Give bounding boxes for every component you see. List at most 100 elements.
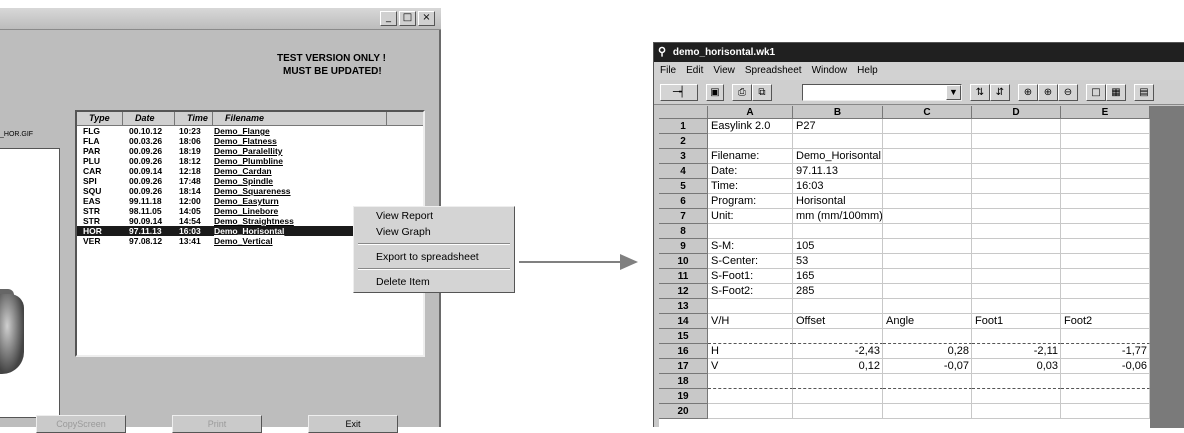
sheet-cell[interactable]: Foot1: [972, 314, 1061, 329]
sheet-cell[interactable]: [972, 134, 1061, 149]
zoom-in-icon[interactable]: ⊕: [1038, 84, 1058, 101]
sheet-cell[interactable]: S-Foot2:: [708, 284, 793, 299]
menu-view[interactable]: View: [713, 62, 735, 80]
sheet-cell[interactable]: [1061, 164, 1150, 179]
sheet-cell[interactable]: H: [708, 344, 793, 359]
table-icon[interactable]: ▤: [1134, 84, 1154, 101]
toolbar-divider-icon[interactable]: ─┥: [660, 84, 698, 101]
sort-descending-icon[interactable]: ⇵: [990, 84, 1010, 101]
sheet-cell[interactable]: [883, 224, 972, 239]
sheet-cell[interactable]: [883, 254, 972, 269]
row-header[interactable]: 3: [659, 149, 708, 164]
sheet-cell[interactable]: Easylink 2.0: [708, 119, 793, 134]
sheet-cell[interactable]: Horisontal: [793, 194, 883, 209]
file-list-row[interactable]: SPI 00.09.26 17:48 Demo_Spindle: [77, 176, 423, 186]
sheet-cell[interactable]: [972, 389, 1061, 404]
sheet-cell[interactable]: [972, 119, 1061, 134]
spreadsheet-grid[interactable]: A B C D E 1 Easylink 2.0 P27 2 3 Filename: Demo_Hor…: [659, 106, 1150, 428]
sheet-cell[interactable]: [883, 404, 972, 419]
sheet-cell[interactable]: 165: [793, 269, 883, 284]
menu-edit[interactable]: Edit: [686, 62, 703, 80]
sheet-cell[interactable]: -0,07: [883, 359, 972, 374]
col-header-time[interactable]: Time: [175, 112, 213, 125]
cell-reference-input[interactable]: [802, 84, 962, 101]
sheet-cell[interactable]: V: [708, 359, 793, 374]
sheet-cell[interactable]: 285: [793, 284, 883, 299]
menu-item-view-graph[interactable]: View Graph: [376, 226, 431, 238]
file-list-row[interactable]: EAS 99.11.18 12:00 Demo_Easyturn: [77, 196, 423, 206]
sheet-cell[interactable]: V/H: [708, 314, 793, 329]
sheet-cell[interactable]: [972, 149, 1061, 164]
sheet-cell[interactable]: [883, 134, 972, 149]
copy-icon[interactable]: ⧉: [752, 84, 772, 101]
sheet-cell[interactable]: [972, 209, 1061, 224]
row-header[interactable]: 6: [659, 194, 708, 209]
sheet-cell[interactable]: [793, 389, 883, 404]
row-header[interactable]: 5: [659, 179, 708, 194]
zoom-out-icon[interactable]: ⊖: [1058, 84, 1078, 101]
menu-item-export-spreadsheet[interactable]: Export to spreadsheet: [376, 251, 479, 263]
sheet-cell[interactable]: S-Foot1:: [708, 269, 793, 284]
sort-ascending-icon[interactable]: ⇅: [970, 84, 990, 101]
sheet-cell[interactable]: [708, 374, 793, 389]
sheet-cell[interactable]: Time:: [708, 179, 793, 194]
file-list-row[interactable]: FLG 00.10.12 10:23 Demo_Flange: [77, 126, 423, 136]
sheet-cell[interactable]: [972, 329, 1061, 344]
sheet-cell[interactable]: [708, 224, 793, 239]
sheet-cell[interactable]: [883, 299, 972, 314]
row-header[interactable]: 17: [659, 359, 708, 374]
sheet-cell[interactable]: [1061, 134, 1150, 149]
sheet-cell[interactable]: [1061, 179, 1150, 194]
sheet-cell[interactable]: -2,11: [972, 344, 1061, 359]
sheet-cell[interactable]: [1061, 389, 1150, 404]
file-list-row[interactable]: CAR 00.09.14 12:18 Demo_Cardan: [77, 166, 423, 176]
sheet-cell[interactable]: [883, 269, 972, 284]
sheet-cell[interactable]: Offset: [793, 314, 883, 329]
sheet-cell[interactable]: 105: [793, 239, 883, 254]
menu-help[interactable]: Help: [857, 62, 878, 80]
column-header-b[interactable]: B: [793, 106, 883, 119]
sheet-cell[interactable]: mm (mm/100mm): [793, 209, 883, 224]
sheet-cell[interactable]: [883, 389, 972, 404]
sheet-cell[interactable]: [972, 269, 1061, 284]
sheet-cell[interactable]: [972, 374, 1061, 389]
sheet-cell[interactable]: [793, 299, 883, 314]
sheet-cell[interactable]: [1061, 254, 1150, 269]
row-header[interactable]: 10: [659, 254, 708, 269]
column-header-c[interactable]: C: [883, 106, 972, 119]
sheet-cell[interactable]: [883, 164, 972, 179]
print-icon[interactable]: ⎙: [732, 84, 752, 101]
sheet-cell[interactable]: [883, 149, 972, 164]
row-header[interactable]: 13: [659, 299, 708, 314]
sheet-cell[interactable]: [883, 209, 972, 224]
row-header[interactable]: 15: [659, 329, 708, 344]
row-header[interactable]: 4: [659, 164, 708, 179]
sheet-cell[interactable]: P27: [793, 119, 883, 134]
column-header-e[interactable]: E: [1061, 106, 1150, 119]
row-header[interactable]: 11: [659, 269, 708, 284]
print-button[interactable]: Print: [172, 415, 262, 433]
sheet-cell[interactable]: Date:: [708, 164, 793, 179]
sheet-cell[interactable]: [883, 329, 972, 344]
sheet-cell[interactable]: [972, 239, 1061, 254]
sheet-cell[interactable]: 0,03: [972, 359, 1061, 374]
file-list-row[interactable]: FLA 00.03.26 18:06 Demo_Flatness: [77, 136, 423, 146]
sheet-cell[interactable]: [1061, 404, 1150, 419]
sheet-cell[interactable]: [883, 239, 972, 254]
sheet-cell[interactable]: [883, 119, 972, 134]
sheet-cell[interactable]: S-M:: [708, 239, 793, 254]
chevron-down-icon[interactable]: ▼: [946, 85, 961, 100]
sheet-cell[interactable]: [793, 224, 883, 239]
col-header-type[interactable]: Type: [77, 112, 123, 125]
sheet-cell[interactable]: [972, 254, 1061, 269]
grid-icon[interactable]: ▦: [1106, 84, 1126, 101]
column-header-d[interactable]: D: [972, 106, 1061, 119]
sheet-cell[interactable]: [708, 134, 793, 149]
menu-item-view-report[interactable]: View Report: [376, 210, 433, 222]
frame-icon[interactable]: □: [1086, 84, 1106, 101]
close-button[interactable]: ×: [418, 11, 435, 26]
sheet-cell[interactable]: [1061, 299, 1150, 314]
column-header-a[interactable]: A: [708, 106, 793, 119]
sheet-cell[interactable]: [1061, 269, 1150, 284]
sheet-cell[interactable]: [972, 194, 1061, 209]
